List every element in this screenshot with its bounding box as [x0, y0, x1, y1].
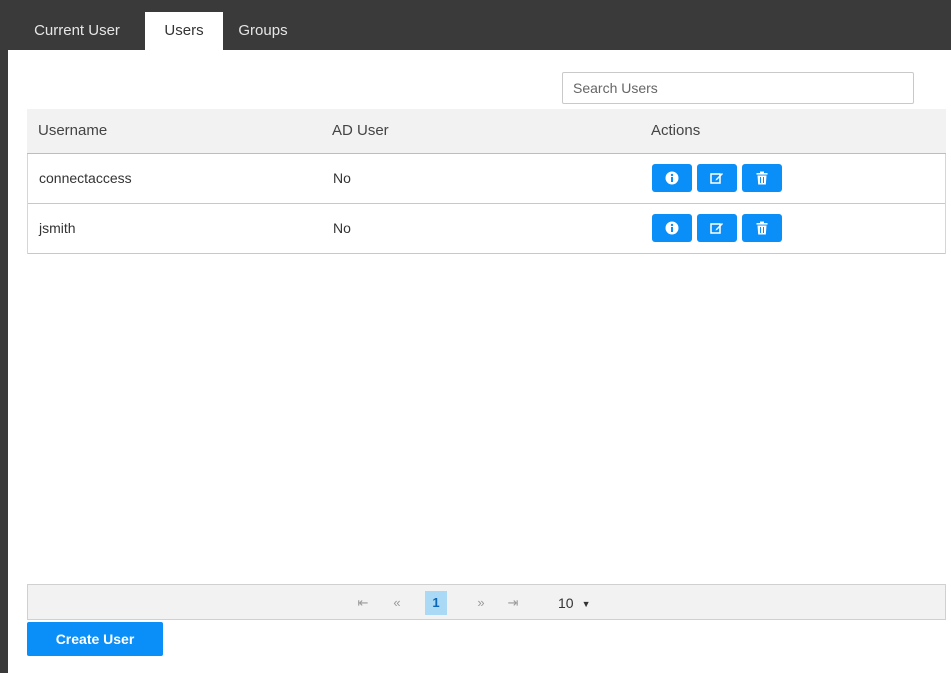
tab-current-user[interactable]: Current User	[22, 12, 132, 50]
info-icon	[665, 171, 679, 185]
row-actions	[652, 214, 782, 242]
table-header: Username AD User Actions	[27, 109, 946, 154]
column-header-actions: Actions	[651, 122, 701, 139]
page-size-value: 10	[558, 595, 574, 611]
username-cell: jsmith	[39, 220, 76, 236]
info-icon	[665, 221, 679, 235]
column-header-username[interactable]: Username	[38, 109, 107, 153]
first-page-button[interactable]: ⇤	[356, 593, 370, 613]
column-header-ad-user[interactable]: AD User	[332, 109, 389, 153]
info-button[interactable]	[652, 214, 692, 242]
row-actions	[652, 164, 782, 192]
delete-button[interactable]	[742, 214, 782, 242]
tab-users[interactable]: Users	[145, 12, 223, 50]
caret-down-icon: ▼	[581, 599, 591, 609]
delete-button[interactable]	[742, 164, 782, 192]
ad-user-cell: No	[333, 220, 351, 236]
trash-icon	[756, 221, 768, 235]
pagination-bar: ⇤ « 1 » ⇥ 10 ▼	[27, 584, 946, 620]
current-page-button[interactable]: 1	[425, 591, 447, 615]
next-page-button[interactable]: »	[472, 593, 490, 613]
edit-button[interactable]	[697, 214, 737, 242]
table-row: jsmith No	[28, 204, 945, 254]
table-row: connectaccess No	[28, 154, 945, 204]
edit-icon	[710, 173, 723, 184]
username-cell: connectaccess	[39, 170, 132, 186]
tab-groups[interactable]: Groups	[228, 12, 298, 50]
users-table-body: connectaccess No jsmith No	[27, 154, 946, 254]
info-button[interactable]	[652, 164, 692, 192]
tab-bar: Current User Users Groups	[8, 0, 951, 50]
trash-icon	[756, 171, 768, 185]
create-user-button[interactable]: Create User	[27, 622, 163, 656]
search-users-input[interactable]	[562, 72, 914, 104]
edit-button[interactable]	[697, 164, 737, 192]
page-size-select[interactable]: 10 ▼	[558, 593, 618, 613]
ad-user-cell: No	[333, 170, 351, 186]
previous-page-button[interactable]: «	[388, 593, 406, 613]
edit-icon	[710, 223, 723, 234]
last-page-button[interactable]: ⇥	[506, 593, 520, 613]
